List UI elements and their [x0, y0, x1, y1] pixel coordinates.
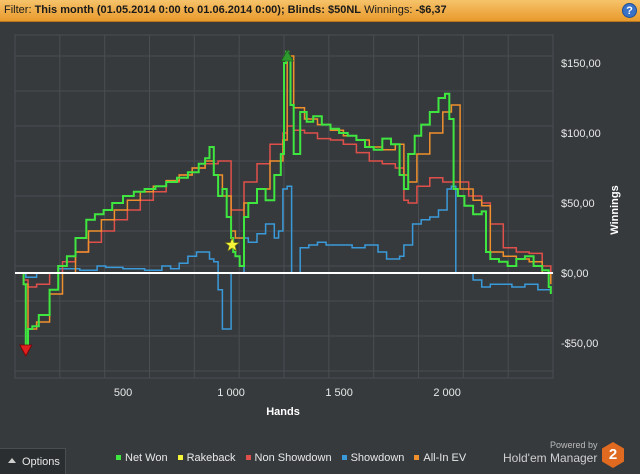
legend-swatch [414, 454, 420, 460]
x-axis-title: Hands [266, 406, 300, 418]
y-tick-label: $50,00 [561, 198, 595, 210]
x-tick-label: 1 500 [325, 387, 353, 399]
legend-label: Rakeback [186, 452, 236, 464]
winnings-chart: 500 1 000 1 500 2 000 $150,00$100,00$50,00$… [14, 34, 621, 418]
legend-item-showdown[interactable]: Showdown [341, 452, 405, 464]
options-label: Options [22, 456, 60, 468]
legend-item-non-showdown[interactable]: Non Showdown [245, 452, 332, 464]
legend-swatch [341, 454, 347, 460]
series-layer [15, 50, 552, 347]
options-button[interactable]: Options [0, 448, 66, 474]
legend-label: Showdown [350, 452, 405, 464]
y-axis-ticks: $150,00 $100,00 $50,00 $0,00 -$50,00 [561, 58, 601, 350]
filter-text: This month (01.05.2014 0:00 to 01.06.201… [34, 4, 362, 16]
legend-label: Non Showdown [254, 452, 332, 464]
legend-swatch [116, 454, 121, 460]
x-tick-label: 1 000 [217, 387, 245, 399]
x-axis-ticks: 500 1 000 1 500 2 000 [114, 387, 461, 399]
brand-name: Hold'em Manager [503, 451, 598, 465]
powered-by-text: Powered by [550, 440, 598, 450]
winnings-value: -$6,37 [415, 4, 447, 16]
legend-swatch [177, 454, 183, 460]
filter-prefix: Filter: [4, 4, 35, 16]
y-tick-label: $150,00 [561, 58, 601, 70]
x-tick-label: 2 000 [433, 387, 461, 399]
legend-swatch [245, 454, 251, 460]
legend-label: Net Won [125, 452, 168, 464]
legend-item-rakeback[interactable]: Rakeback [177, 452, 236, 464]
legend-item-net-won[interactable]: Net Won [116, 452, 168, 464]
y-tick-label: $0,00 [561, 268, 589, 280]
winnings-label: Winnings: [361, 4, 416, 16]
min-marker-icon [19, 344, 33, 357]
chart-legend: Net Won Rakeback Non Showdown Showdown All-I… [116, 452, 476, 466]
rakeback-star-icon [224, 237, 240, 252]
bottom-bar: Options Net Won Rakeback Non Showdown Showd… [0, 440, 640, 474]
y-tick-label: -$50,00 [561, 338, 598, 350]
y-axis-title: Winnings [609, 185, 621, 234]
triangle-up-icon [8, 458, 16, 463]
y-tick-label: $100,00 [561, 128, 601, 140]
series-line-showdown [15, 185, 551, 330]
legend-label: All-In EV [423, 452, 467, 464]
x-tick-label: 500 [114, 387, 132, 399]
filter-bar[interactable]: Filter: This month (01.05.2014 0:00 to 0… [0, 0, 640, 22]
hm2-logo: 2 [602, 442, 624, 468]
help-icon[interactable]: ? [622, 3, 637, 18]
legend-item-all-in-ev[interactable]: All-In EV [414, 452, 466, 464]
